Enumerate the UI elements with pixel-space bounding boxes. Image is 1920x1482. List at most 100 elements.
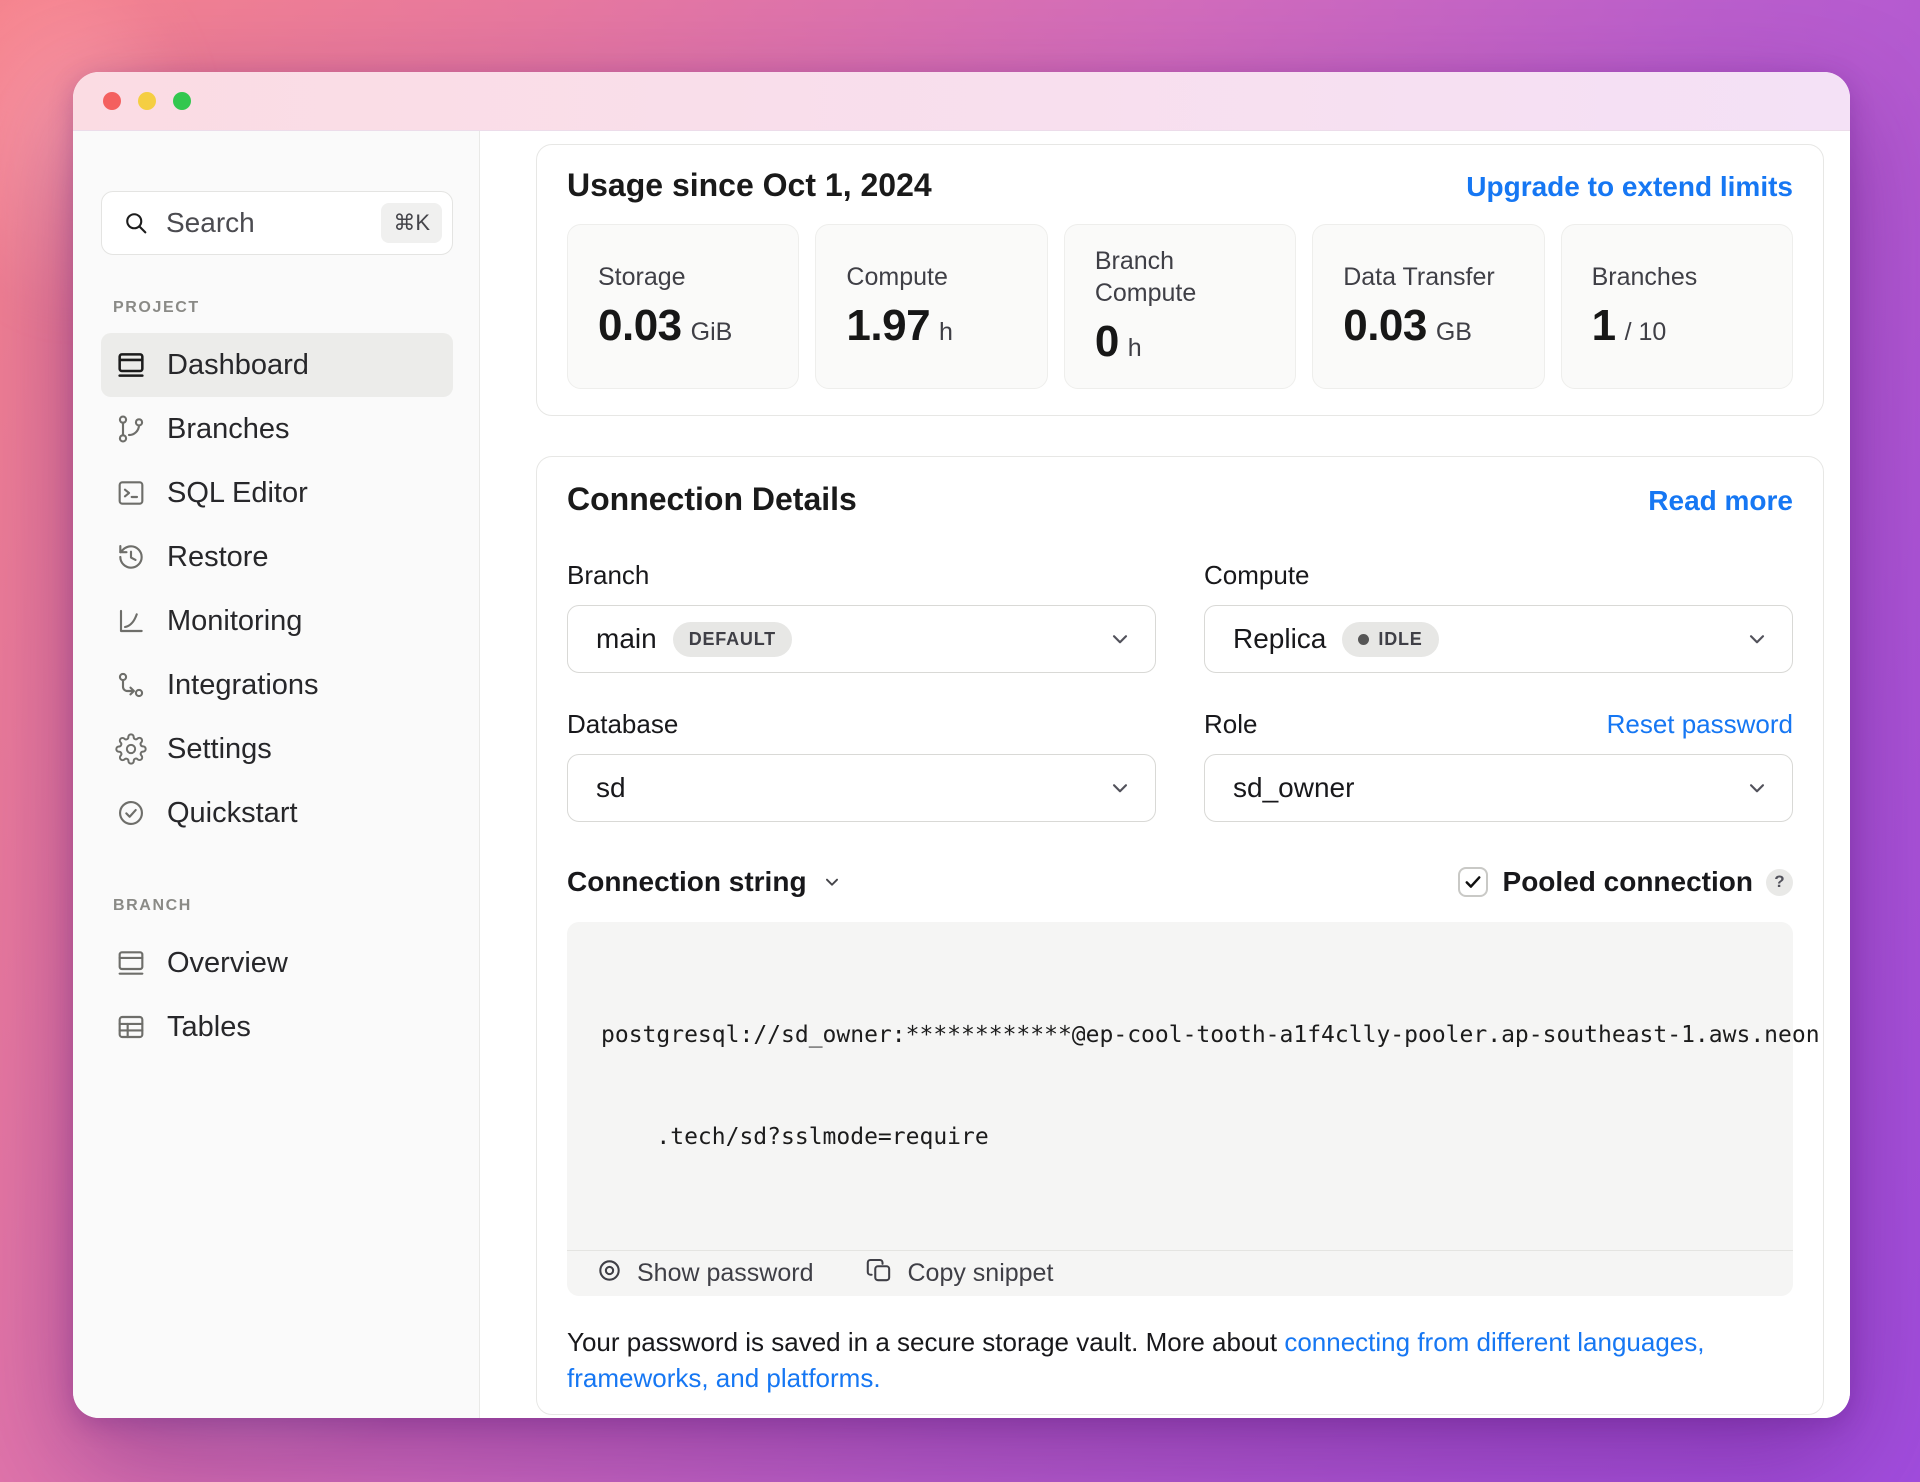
help-icon[interactable]: ? <box>1766 868 1793 896</box>
show-password-button[interactable]: Show password <box>595 1256 813 1292</box>
window-titlebar <box>73 72 1850 131</box>
idle-status-badge: IDLE <box>1342 621 1439 657</box>
sidebar-item-label: Monitoring <box>167 604 303 637</box>
restore-icon <box>115 541 147 573</box>
branch-label: Branch <box>567 560 650 590</box>
sql-editor-icon <box>115 477 147 509</box>
stat-card-storage: Storage 0.03 GiB <box>567 224 800 389</box>
sidebar-item-label: Restore <box>167 540 269 573</box>
sidebar-item-monitoring[interactable]: Monitoring <box>101 589 453 653</box>
reset-password-link[interactable]: Reset password <box>1607 709 1793 740</box>
connection-details-card: Connection Details Read more Branch main… <box>536 456 1824 1415</box>
pooled-connection-checkbox[interactable] <box>1457 867 1488 897</box>
dashboard-icon <box>115 349 147 381</box>
sidebar-item-branches[interactable]: Branches <box>101 397 453 461</box>
chevron-down-icon <box>1744 775 1770 801</box>
copy-snippet-button[interactable]: Copy snippet <box>865 1256 1053 1292</box>
stat-unit: / 10 <box>1624 318 1667 347</box>
gear-icon <box>115 733 147 765</box>
sidebar-item-dashboard[interactable]: Dashboard <box>101 333 453 397</box>
sidebar-item-tables[interactable]: Tables <box>101 995 453 1059</box>
branches-icon <box>115 413 147 445</box>
stat-label: Data Transfer <box>1343 262 1495 291</box>
sidebar-item-overview[interactable]: Overview <box>101 931 453 995</box>
stat-card-compute: Compute 1.97 h <box>815 224 1048 389</box>
stat-value: 0 <box>1094 316 1119 366</box>
keyboard-shortcut-badge: ⌘K <box>381 203 442 243</box>
sidebar-item-quickstart[interactable]: Quickstart <box>101 781 453 845</box>
eye-icon <box>595 1256 624 1292</box>
pooled-connection-label: Pooled connection <box>1502 866 1753 897</box>
compute-value: Replica <box>1233 623 1327 654</box>
copy-icon <box>865 1256 894 1292</box>
stat-card-branch-compute: Branch Compute 0 h <box>1063 224 1297 389</box>
stat-card-branches: Branches 1 / 10 <box>1560 224 1794 389</box>
branch-value: main <box>596 623 657 654</box>
tables-icon <box>115 1011 147 1043</box>
sidebar-item-integrations[interactable]: Integrations <box>101 653 453 717</box>
compute-label: Compute <box>1204 560 1310 590</box>
role-value: sd_owner <box>1233 772 1355 803</box>
pooled-connection-control: Pooled connection ? <box>1457 866 1793 898</box>
role-field: Role Reset password sd_owner <box>1204 709 1793 822</box>
read-more-link[interactable]: Read more <box>1648 485 1793 517</box>
sidebar-item-restore[interactable]: Restore <box>101 525 453 589</box>
sidebar-item-label: Dashboard <box>167 348 309 381</box>
code-actions-bar: Show password Copy snippet <box>567 1250 1793 1296</box>
stat-label: Branch Compute <box>1094 247 1197 307</box>
overview-icon <box>115 947 147 979</box>
sidebar-section-project: PROJECT <box>113 299 200 316</box>
maximize-window-button[interactable] <box>173 92 191 110</box>
compute-select[interactable]: Replica IDLE <box>1204 605 1793 673</box>
stat-unit: h <box>939 318 953 347</box>
connection-string-toggle[interactable]: Connection string <box>567 866 843 898</box>
chevron-down-icon <box>1107 626 1133 652</box>
stat-label: Storage <box>598 262 686 291</box>
database-field: Database sd <box>567 709 1156 822</box>
database-label: Database <box>567 709 679 739</box>
chevron-down-icon <box>1107 775 1133 801</box>
search-input[interactable]: Search ⌘K <box>101 191 453 255</box>
stat-unit: h <box>1127 333 1142 362</box>
default-badge: DEFAULT <box>672 621 792 657</box>
database-value: sd <box>596 772 626 803</box>
code-line-2: .tech/sd?sslmode=require <box>656 1124 989 1150</box>
role-select[interactable]: sd_owner <box>1204 754 1793 822</box>
connection-string-box: postgresql://sd_owner:************@ep-co… <box>567 922 1820 1296</box>
check-circle-icon <box>115 797 147 829</box>
search-placeholder: Search <box>166 207 255 238</box>
sidebar-item-label: Settings <box>167 732 272 765</box>
code-line-1: postgresql://sd_owner:************@ep-co… <box>601 1022 1820 1048</box>
role-label: Role <box>1204 709 1258 739</box>
database-select[interactable]: sd <box>567 754 1156 822</box>
chevron-down-icon <box>1744 626 1770 652</box>
minimize-window-button[interactable] <box>138 92 156 110</box>
idle-dot-icon <box>1358 633 1370 645</box>
main-content: Usage since Oct 1, 2024 Upgrade to exten… <box>480 131 1850 1418</box>
stat-label: Compute <box>846 262 948 291</box>
stat-value: 0.03 <box>598 301 682 351</box>
stat-value: 1 <box>1591 301 1616 351</box>
branch-select[interactable]: main DEFAULT <box>567 605 1156 673</box>
connection-string-label: Connection string <box>567 866 807 897</box>
app-window: Search ⌘K PROJECT Dashboard Branches SQL… <box>73 72 1850 1418</box>
stat-label: Branches <box>1591 262 1698 291</box>
sidebar-item-settings[interactable]: Settings <box>101 717 453 781</box>
sidebar-item-label: Overview <box>167 946 288 979</box>
sidebar-item-sql-editor[interactable]: SQL Editor <box>101 461 453 525</box>
connection-string-code: postgresql://sd_owner:************@ep-co… <box>567 922 1820 1250</box>
search-icon <box>122 209 150 237</box>
sidebar: Search ⌘K PROJECT Dashboard Branches SQL… <box>73 131 480 1418</box>
stat-value: 1.97 <box>846 301 931 351</box>
sidebar-item-label: SQL Editor <box>167 476 308 509</box>
branch-field: Branch main DEFAULT <box>567 560 1156 673</box>
connection-details-title: Connection Details <box>567 481 857 517</box>
upgrade-limits-link[interactable]: Upgrade to extend limits <box>1466 171 1793 203</box>
stat-unit: GiB <box>690 318 733 347</box>
integrations-icon <box>115 669 147 701</box>
sidebar-item-label: Integrations <box>167 668 319 701</box>
sidebar-item-label: Quickstart <box>167 796 298 829</box>
close-window-button[interactable] <box>103 92 121 110</box>
note-text: Your password is saved in a secure stora… <box>567 1327 1278 1357</box>
stat-unit: GB <box>1435 318 1472 347</box>
